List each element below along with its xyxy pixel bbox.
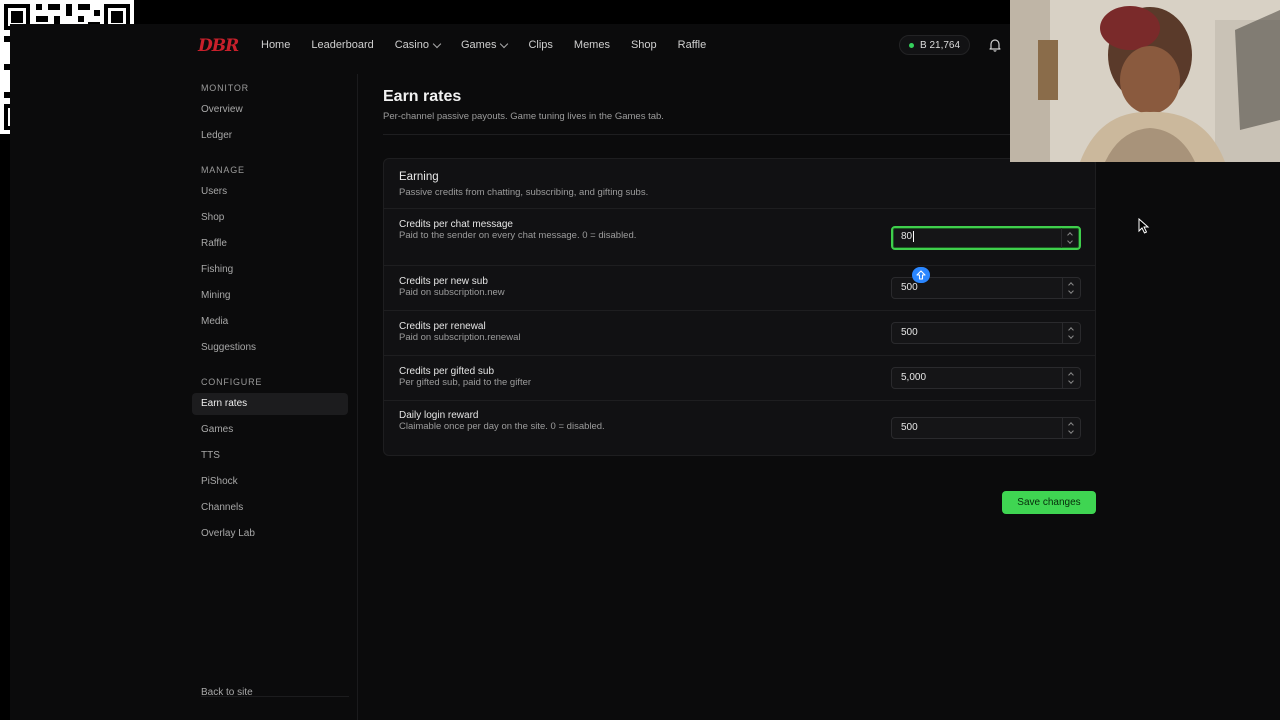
number-stepper[interactable] xyxy=(1062,323,1080,343)
setting-row-chat-message: Credits per chat message Paid to the sen… xyxy=(384,208,1095,265)
webcam-feed-image xyxy=(1010,0,1280,162)
stepper-up-icon[interactable] xyxy=(1068,422,1074,428)
page-subtitle: Per-channel passive payouts. Game tuning… xyxy=(383,111,664,122)
setting-row-new-sub: Credits per new sub Paid on subscription… xyxy=(384,265,1095,310)
nav-link-leaderboard[interactable]: Leaderboard xyxy=(311,39,373,51)
stepper-down-icon[interactable] xyxy=(1068,288,1074,294)
nav-link-games[interactable]: Games xyxy=(460,39,509,51)
nav-link-label: Clips xyxy=(528,39,553,51)
nav-link-label: Home xyxy=(261,39,291,51)
setting-description: Paid on subscription.new xyxy=(399,287,505,298)
gifted-sub-credits-input[interactable]: 5,000 xyxy=(891,367,1081,389)
card-title: Earning xyxy=(399,171,439,183)
stepper-down-icon[interactable] xyxy=(1067,238,1073,244)
sidebar-section-configure: CONFIGURE xyxy=(201,377,263,387)
setting-label: Credits per new sub xyxy=(399,276,488,287)
nav-link-home[interactable]: Home xyxy=(261,39,290,51)
bell-icon[interactable] xyxy=(988,38,1002,52)
nav-link-label: Leaderboard xyxy=(311,39,374,51)
sidebar-item-tts[interactable]: TTS xyxy=(192,445,348,467)
input-value: 500 xyxy=(901,422,918,433)
input-value: 80 xyxy=(901,231,913,242)
nav-link-label: Shop xyxy=(630,39,657,51)
input-value: 500 xyxy=(901,282,918,293)
setting-row-daily-login: Daily login reward Claimable once per da… xyxy=(384,400,1095,455)
sidebar-item-ledger[interactable]: Ledger xyxy=(192,125,348,147)
credit-balance[interactable]: B 21,764 xyxy=(899,35,971,55)
sidebar-item-mining[interactable]: Mining xyxy=(192,285,348,307)
nav-link-memes[interactable]: Memes xyxy=(574,39,610,51)
sidebar-item-earn-rates[interactable]: Earn rates xyxy=(192,393,348,415)
admin-sidebar: MONITOR Overview Ledger MANAGE Users Sho… xyxy=(192,74,358,720)
sidebar-item-shop[interactable]: Shop xyxy=(192,207,348,229)
input-value: 500 xyxy=(901,327,918,338)
number-stepper[interactable] xyxy=(1061,228,1079,248)
setting-row-gifted-sub: Credits per gifted sub Per gifted sub, p… xyxy=(384,355,1095,400)
input-value: 5,000 xyxy=(901,372,927,383)
stepper-up-icon[interactable] xyxy=(1068,372,1074,378)
nav-link-clips[interactable]: Clips xyxy=(528,39,552,51)
sidebar-item-overview[interactable]: Overview xyxy=(192,99,348,121)
webcam-overlay xyxy=(1010,0,1280,162)
nav-link-label: Raffle xyxy=(677,39,707,51)
stepper-up-icon[interactable] xyxy=(1068,327,1074,333)
title-divider xyxy=(383,134,1011,135)
setting-description: Paid to the sender on every chat message… xyxy=(399,230,637,241)
number-stepper[interactable] xyxy=(1062,418,1080,438)
save-changes-button[interactable]: Save changes xyxy=(1002,491,1096,514)
sidebar-item-media[interactable]: Media xyxy=(192,311,348,333)
balance-value: B 21,764 xyxy=(920,39,961,51)
chevron-down-icon xyxy=(432,39,442,48)
setting-description: Paid on subscription.renewal xyxy=(399,332,521,343)
setting-label: Credits per chat message xyxy=(399,219,513,230)
setting-label: Credits per renewal xyxy=(399,321,486,332)
stepper-down-icon[interactable] xyxy=(1068,378,1074,384)
sidebar-item-pishock[interactable]: PiShock xyxy=(192,471,348,493)
nav-link-label: Games xyxy=(460,39,497,51)
number-stepper[interactable] xyxy=(1062,278,1080,298)
setting-label: Daily login reward xyxy=(399,410,479,421)
text-caret xyxy=(913,230,915,242)
daily-login-reward-input[interactable]: 500 xyxy=(891,417,1081,439)
earning-card: Earning Passive credits from chatting, s… xyxy=(383,158,1096,456)
nav-link-raffle[interactable]: Raffle xyxy=(678,39,707,51)
sidebar-item-suggestions[interactable]: Suggestions xyxy=(192,337,348,359)
shift-key-icon xyxy=(912,267,930,283)
back-to-site-link[interactable]: Back to site xyxy=(192,682,348,704)
setting-label: Credits per gifted sub xyxy=(399,366,495,377)
brand-logo[interactable]: DBR xyxy=(198,36,239,56)
stepper-down-icon[interactable] xyxy=(1068,428,1074,434)
sidebar-item-channels[interactable]: Channels xyxy=(192,497,348,519)
setting-row-renewal: Credits per renewal Paid on subscription… xyxy=(384,310,1095,355)
page-title: Earn rates xyxy=(383,88,462,105)
nav-link-shop[interactable]: Shop xyxy=(631,39,657,51)
mouse-pointer-icon xyxy=(1138,218,1150,234)
setting-description: Claimable once per day on the site. 0 = … xyxy=(399,421,605,432)
card-header: Earning Passive credits from chatting, s… xyxy=(399,171,648,198)
stepper-up-icon[interactable] xyxy=(1067,232,1073,238)
sidebar-item-users[interactable]: Users xyxy=(192,181,348,203)
sidebar-section-monitor: MONITOR xyxy=(201,83,249,93)
sidebar-section-manage: MANAGE xyxy=(201,165,245,175)
stepper-up-icon[interactable] xyxy=(1068,282,1074,288)
sidebar-item-fishing[interactable]: Fishing xyxy=(192,259,348,281)
sidebar-item-overlay-lab[interactable]: Overlay Lab xyxy=(192,523,348,545)
number-stepper[interactable] xyxy=(1062,368,1080,388)
card-subtitle: Passive credits from chatting, subscribi… xyxy=(399,187,649,198)
sidebar-item-games[interactable]: Games xyxy=(192,419,348,441)
chevron-down-icon xyxy=(500,39,509,48)
setting-description: Per gifted sub, paid to the gifter xyxy=(399,377,532,388)
sidebar-item-raffle[interactable]: Raffle xyxy=(192,233,348,255)
nav-links: Home Leaderboard Casino Games Clips Meme… xyxy=(261,39,727,51)
nav-link-casino[interactable]: Casino xyxy=(394,39,442,51)
renewal-credits-input[interactable]: 500 xyxy=(891,322,1081,344)
chat-message-credits-input[interactable]: 80 xyxy=(891,226,1081,250)
nav-link-label: Casino xyxy=(394,39,429,51)
nav-link-label: Memes xyxy=(573,39,610,51)
status-dot xyxy=(909,42,914,48)
stepper-down-icon[interactable] xyxy=(1068,333,1074,339)
